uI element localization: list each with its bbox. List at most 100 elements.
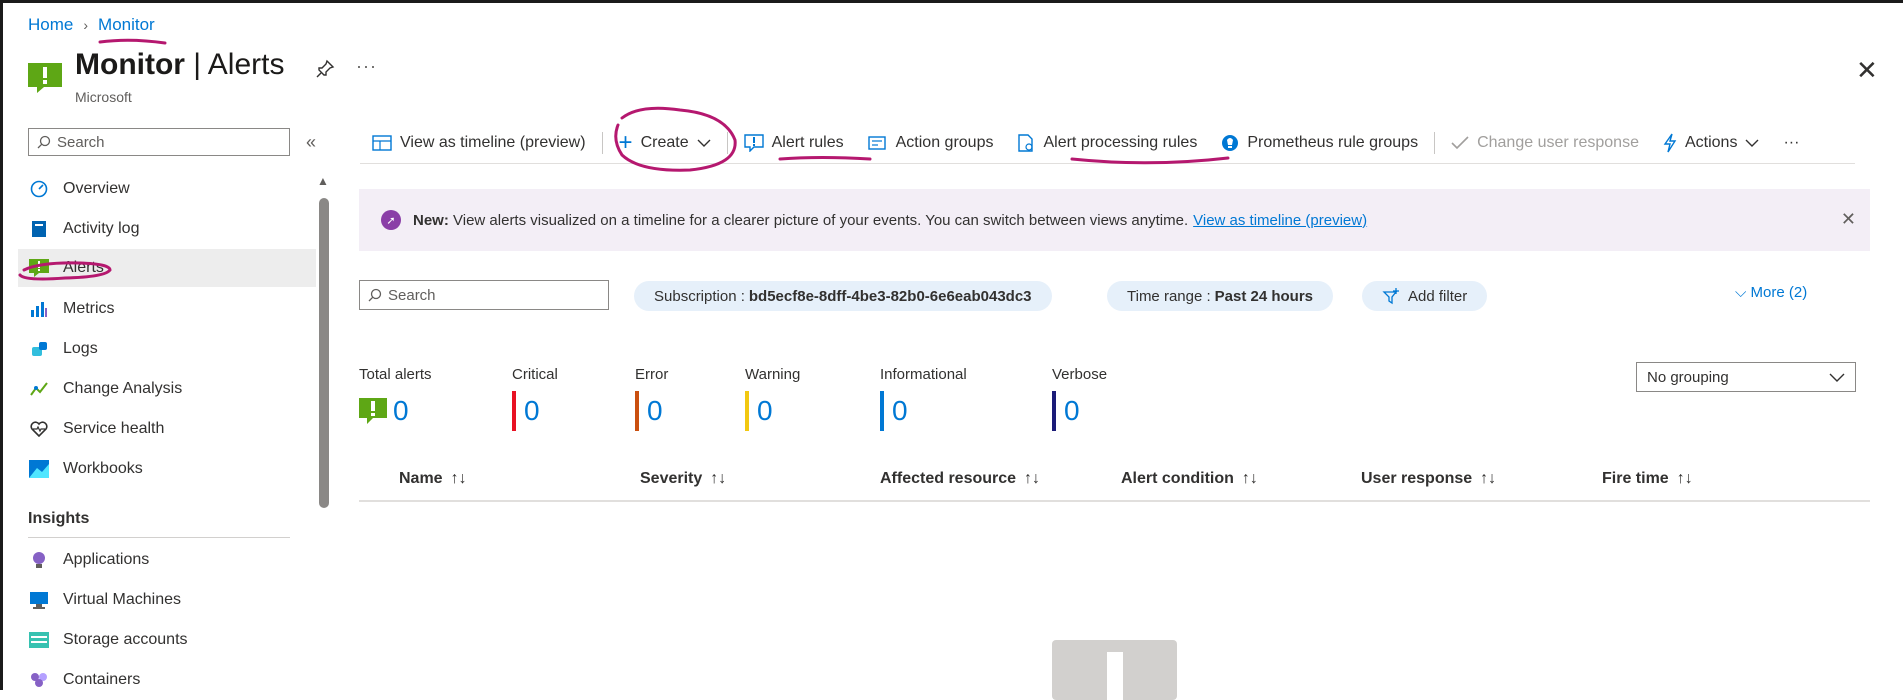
gauge-icon <box>28 179 50 199</box>
sort-icon: ↑↓ <box>1480 470 1497 487</box>
bulb-icon <box>28 550 50 570</box>
toolbar-separator <box>601 132 603 154</box>
sidebar-item-metrics[interactable]: Metrics <box>18 290 316 328</box>
action-groups-icon <box>867 136 886 150</box>
action-groups-label: Action groups <box>895 134 994 151</box>
heart-icon <box>28 419 50 439</box>
banner-text: View alerts visualized on a timeline for… <box>453 211 1189 229</box>
window-frame-left <box>0 0 3 690</box>
more-commands-icon[interactable]: ··· <box>1771 126 1811 160</box>
more-filters-button[interactable]: ⌵ More (2) <box>1735 284 1807 301</box>
empty-state-icon <box>1052 640 1177 700</box>
alerts-search-placeholder: Search <box>388 286 436 304</box>
prometheus-rule-groups-button[interactable]: Prometheus rule groups <box>1209 126 1430 160</box>
alerts-search-input[interactable]: Search <box>359 280 609 310</box>
add-filter-label: Add filter <box>1408 287 1468 305</box>
grouping-dropdown[interactable]: No grouping <box>1636 362 1856 392</box>
subscription-filter-pill[interactable]: Subscription : bd5ecf8e-8dff-4be3-82b0-6e… <box>634 281 1052 311</box>
sidebar-item-label: Applications <box>63 551 150 568</box>
column-label: User response <box>1361 470 1473 487</box>
actions-label: Actions <box>1684 134 1738 151</box>
page-subtitle: Microsoft <box>75 89 132 105</box>
stat-label: Informational <box>880 366 967 383</box>
sort-icon: ↑↓ <box>710 470 727 487</box>
collapse-sidebar-icon[interactable]: « <box>306 132 316 153</box>
stat-total-alerts[interactable]: Total alerts 0 <box>359 366 432 431</box>
sidebar-item-activity-log[interactable]: Activity log <box>18 210 316 248</box>
stat-label: Error <box>635 366 669 383</box>
sidebar-item-alerts[interactable]: Alerts <box>18 249 316 287</box>
search-icon <box>368 288 382 302</box>
sidebar-item-change-analysis[interactable]: Change Analysis <box>18 370 316 408</box>
time-range-label: Time range : <box>1127 287 1211 305</box>
annotation-underline-monitor <box>98 38 167 45</box>
column-header-affected-resource[interactable]: Affected resource ↑↓ <box>880 470 1040 488</box>
pin-icon[interactable] <box>315 59 335 79</box>
page-title: Monitor | Alerts <box>75 48 285 81</box>
stat-error[interactable]: Error 0 <box>635 366 668 431</box>
containers-icon <box>28 670 50 690</box>
sidebar-scrollbar[interactable] <box>319 198 329 508</box>
banner-timeline-link[interactable]: View as timeline (preview) <box>1193 212 1367 229</box>
stat-label: Total alerts <box>359 366 432 383</box>
warning-bar <box>745 391 749 431</box>
stat-verbose[interactable]: Verbose 0 <box>1052 366 1107 431</box>
alert-rules-label: Alert rules <box>771 134 844 151</box>
alert-processing-rules-button[interactable]: Alert processing rules <box>1005 126 1209 160</box>
search-icon <box>37 135 51 149</box>
alert-rules-icon <box>743 134 764 152</box>
create-label: Create <box>640 134 689 151</box>
change-user-response-button[interactable]: Change user response <box>1439 126 1651 160</box>
stat-critical[interactable]: Critical 0 <box>512 366 558 431</box>
stat-warning[interactable]: Warning 0 <box>745 366 800 431</box>
sidebar-item-label: Overview <box>63 180 130 197</box>
sidebar-item-label: Activity log <box>63 220 140 237</box>
time-range-value: Past 24 hours <box>1214 287 1314 305</box>
sidebar-item-workbooks[interactable]: Workbooks <box>18 450 316 488</box>
close-icon[interactable]: ✕ <box>1856 57 1878 83</box>
sort-icon: ↑↓ <box>450 470 467 487</box>
sidebar-item-virtual-machines[interactable]: Virtual Machines <box>18 581 316 619</box>
column-header-severity[interactable]: Severity ↑↓ <box>640 470 726 488</box>
add-filter-icon <box>1382 288 1399 305</box>
stat-informational[interactable]: Informational 0 <box>880 366 967 431</box>
sidebar-item-service-health[interactable]: Service health <box>18 410 316 448</box>
breadcrumb: Home › Monitor <box>28 15 155 35</box>
sidebar-search-input[interactable]: Search <box>28 128 290 156</box>
time-range-filter-pill[interactable]: Time range : Past 24 hours <box>1107 281 1334 311</box>
prometheus-label: Prometheus rule groups <box>1247 134 1419 151</box>
workbooks-icon <box>28 459 50 479</box>
view-timeline-button[interactable]: View as timeline (preview) <box>360 126 598 160</box>
storage-icon <box>28 630 50 650</box>
create-button[interactable]: + Create <box>607 126 723 160</box>
sort-icon: ↑↓ <box>1241 470 1258 487</box>
more-options-icon[interactable]: ··· <box>356 56 377 77</box>
sidebar-item-label: Alerts <box>63 259 104 276</box>
column-header-user-response[interactable]: User response ↑↓ <box>1361 470 1496 488</box>
sidebar-item-logs[interactable]: Logs <box>18 330 316 368</box>
column-label: Fire time <box>1602 470 1669 487</box>
breadcrumb-monitor[interactable]: Monitor <box>98 15 155 35</box>
action-groups-button[interactable]: Action groups <box>856 126 1006 160</box>
breadcrumb-home[interactable]: Home <box>28 15 73 35</box>
sidebar-item-label: Containers <box>63 671 141 688</box>
alert-rules-button[interactable]: Alert rules <box>732 126 856 160</box>
scroll-up-icon[interactable]: ▲ <box>317 174 329 188</box>
sidebar-item-overview[interactable]: Overview <box>18 170 316 208</box>
column-header-fire-time[interactable]: Fire time ↑↓ <box>1602 470 1693 488</box>
checkmark-icon <box>1451 136 1469 150</box>
stat-label: Warning <box>745 366 801 383</box>
sidebar-section-insights: Insights <box>28 510 90 527</box>
add-filter-button[interactable]: Add filter <box>1362 281 1488 311</box>
banner-close-icon[interactable]: ✕ <box>1841 209 1856 230</box>
logs-icon <box>28 339 50 359</box>
banner-new-label: New: <box>413 211 449 229</box>
column-header-alert-condition[interactable]: Alert condition ↑↓ <box>1121 470 1258 488</box>
lightning-icon <box>1663 133 1677 153</box>
actions-button[interactable]: Actions <box>1651 126 1771 160</box>
sidebar-item-applications[interactable]: Applications <box>18 541 316 579</box>
column-header-name[interactable]: Name ↑↓ <box>399 470 467 488</box>
sidebar-item-containers[interactable]: Containers <box>18 661 316 699</box>
stat-value: 0 <box>1064 395 1080 426</box>
sidebar-item-storage-accounts[interactable]: Storage accounts <box>18 621 316 659</box>
